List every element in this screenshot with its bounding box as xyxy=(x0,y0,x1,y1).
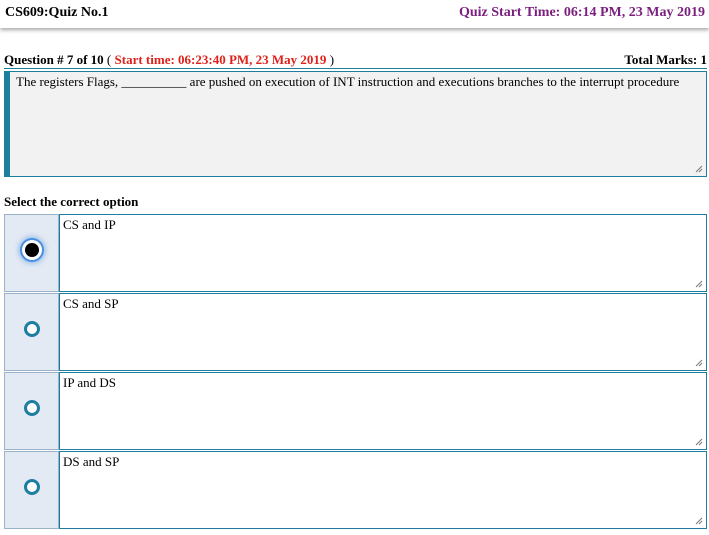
option-3[interactable]: IP and DS xyxy=(4,372,707,450)
question-header: Question # 7 of 10 ( Start time: 06:23:4… xyxy=(4,52,707,68)
total-marks: Total Marks: 1 xyxy=(624,52,707,67)
resize-handle-icon[interactable] xyxy=(695,438,703,446)
question-textarea[interactable]: The registers Flags, __________ are push… xyxy=(4,71,707,177)
select-option-label: Select the correct option xyxy=(4,194,139,209)
option-3-label: IP and DS xyxy=(63,375,116,390)
radio-button[interactable] xyxy=(24,479,40,495)
option-1-radio-cell[interactable] xyxy=(4,214,59,292)
question-start-time: Start time: 06:23:40 PM, 23 May 2019 xyxy=(114,52,327,67)
radio-button[interactable] xyxy=(24,400,40,416)
close-paren: ) xyxy=(326,52,335,67)
resize-handle-icon[interactable] xyxy=(695,517,703,525)
radio-button-selected[interactable] xyxy=(25,243,39,257)
option-4[interactable]: DS and SP xyxy=(4,451,707,529)
option-2-textarea[interactable]: CS and SP xyxy=(59,293,707,371)
resize-handle-icon[interactable] xyxy=(695,280,703,288)
top-bar: CS609:Quiz No.1 Quiz Start Time: 06:14 P… xyxy=(0,0,709,28)
radio-button[interactable] xyxy=(24,321,40,337)
quiz-start-time: Quiz Start Time: 06:14 PM, 23 May 2019 xyxy=(458,5,705,20)
option-1-textarea[interactable]: CS and IP xyxy=(59,214,707,292)
option-2-radio-cell[interactable] xyxy=(4,293,59,371)
question-number: Question # 7 of 10 xyxy=(4,52,104,67)
question-divider xyxy=(4,68,707,69)
option-4-textarea[interactable]: DS and SP xyxy=(59,451,707,529)
option-2[interactable]: CS and SP xyxy=(4,293,707,371)
option-3-radio-cell[interactable] xyxy=(4,372,59,450)
option-1-label: CS and IP xyxy=(63,217,116,232)
option-1[interactable]: CS and IP xyxy=(4,214,707,292)
resize-handle-icon[interactable] xyxy=(695,165,703,173)
option-4-label: DS and SP xyxy=(63,454,120,469)
option-3-textarea[interactable]: IP and DS xyxy=(59,372,707,450)
question-text: The registers Flags, __________ are push… xyxy=(16,74,680,89)
option-4-radio-cell[interactable] xyxy=(4,451,59,529)
resize-handle-icon[interactable] xyxy=(695,359,703,367)
course-title: CS609:Quiz No.1 xyxy=(5,5,109,20)
option-2-label: CS and SP xyxy=(63,296,119,311)
open-paren: ( xyxy=(103,52,115,67)
